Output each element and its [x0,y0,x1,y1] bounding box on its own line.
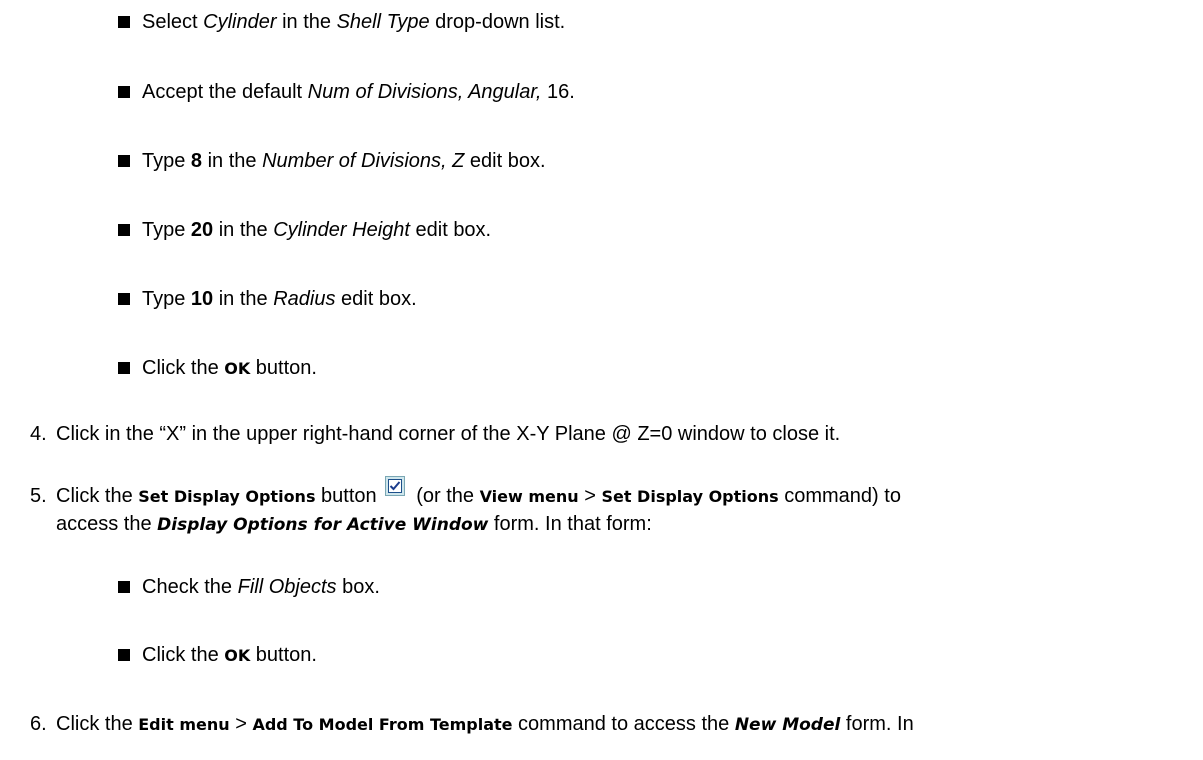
field-name: Cylinder [203,11,277,33]
text: > [578,485,602,507]
ui-label: Edit menu [138,715,230,734]
field-name: Radius [273,288,336,310]
text: Accept the default [142,81,308,103]
text: button. [250,644,317,666]
ui-label: Add To Model From Template [252,715,513,734]
step-text: Click in the “X” in the upper right-hand… [56,423,841,445]
ui-label: OK [224,359,251,378]
text: button. [250,357,317,379]
text: edit box. [335,288,417,310]
text: Type [142,288,191,310]
form-name: New Model [734,715,841,735]
text: edit box. [409,219,492,241]
text: drop-down list. [429,11,566,33]
text: Click the [56,485,139,507]
text: Check the [142,576,238,598]
square-bullet-icon [118,155,130,167]
text: box. [336,576,380,598]
square-bullet-icon [118,649,130,661]
ui-label: OK [224,646,251,665]
value: 10 [190,288,214,310]
square-bullet-icon [118,16,130,28]
text: Select [142,11,204,33]
form-name: Display Options for Active Window [157,515,489,535]
field-name: Cylinder Height [273,219,410,241]
step-5-continued: access the Display Options for Active Wi… [56,512,652,537]
text: form. In that form: [488,513,652,535]
ui-label: Set Display Options [138,487,316,506]
square-bullet-icon [118,581,130,593]
field-name: Number of Divisions, Z [262,150,465,172]
square-bullet-icon [118,362,130,374]
text: Click the [56,713,139,735]
value: 8 [190,150,203,172]
text: 16. [541,81,575,103]
square-bullet-icon [118,224,130,236]
square-bullet-icon [118,293,130,305]
text: command) to [778,485,901,507]
text: Click the [142,644,225,666]
step-number: 4. [30,423,47,445]
step-number: 5. [30,485,47,507]
field-name: Num of Divisions, Angular, [307,81,542,103]
square-bullet-icon [118,86,130,98]
ui-label: Set Display Options [601,487,779,506]
step-number: 6. [30,713,47,735]
text: in the [276,11,337,33]
text: Click the [142,357,225,379]
text: Type [142,150,191,172]
text: edit box. [464,150,546,172]
text: button [315,485,377,507]
field-name: Fill Objects [237,576,337,598]
text: command to access the [512,713,735,735]
text: > [229,713,253,735]
text: in the [202,150,263,172]
text: form. In [840,713,914,735]
text: (or the [410,485,480,507]
text: in the [213,219,274,241]
value: 20 [190,219,214,241]
text: Type [142,219,191,241]
ui-label: View menu [479,487,579,506]
field-name: Shell Type [336,11,430,33]
text: access the [56,513,158,535]
display-options-checkbox-icon [384,476,405,496]
text: in the [213,288,274,310]
